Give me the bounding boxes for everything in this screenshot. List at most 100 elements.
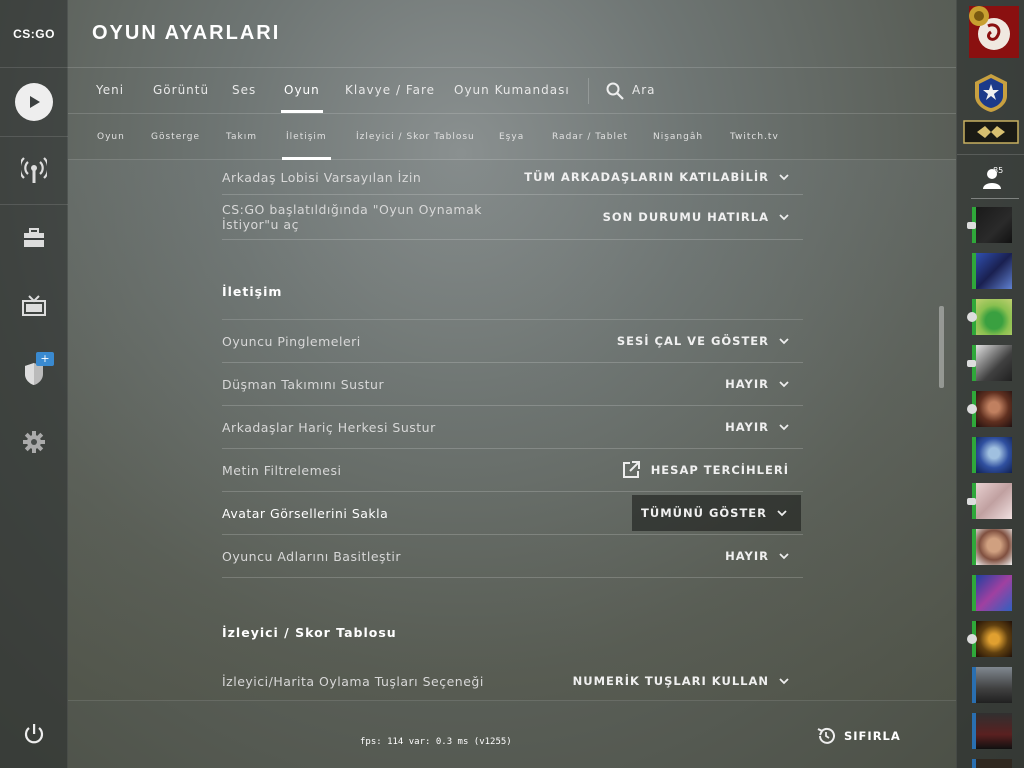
avatar-image — [976, 759, 1012, 768]
dropdown-value: HAYIR — [725, 420, 769, 434]
setting-dropdown[interactable]: NUMERİK TUŞLARI KULLAN — [573, 663, 803, 699]
setting-dropdown[interactable]: SON DURUMU HATIRLA — [603, 199, 803, 235]
setting-label: Oyuncu Adlarını Basitleştir — [222, 548, 402, 564]
tv-button[interactable] — [0, 272, 68, 340]
settings-button[interactable] — [0, 408, 68, 476]
reset-icon — [817, 727, 835, 744]
setting-dropdown[interactable]: HAYIR — [725, 538, 803, 574]
subtab-izleyici-skor[interactable]: İzleyici / Skor Tablosu — [356, 114, 475, 160]
page-title: OYUN AYARLARI — [92, 22, 281, 44]
scrollbar-thumb[interactable] — [939, 306, 944, 388]
setting-label: Arkadaş Lobisi Varsayılan İzin — [222, 169, 422, 185]
account-preferences-link[interactable]: HESAP TERCİHLERİ — [621, 452, 803, 488]
setting-label: Metin Filtrelemesi — [222, 462, 342, 478]
subtab-esya[interactable]: Eşya — [499, 114, 524, 160]
gear-icon — [23, 431, 45, 453]
setting-row: Oyuncu Pinglemeleri SESİ ÇAL VE GÖSTER — [222, 320, 803, 363]
play-status-icon — [967, 312, 977, 322]
dropdown-value: SESİ ÇAL VE GÖSTER — [616, 334, 769, 348]
setting-row: Düşman Takımını Sustur HAYIR — [222, 363, 803, 406]
chevron-down-icon — [779, 214, 789, 221]
friend-avatar[interactable] — [967, 391, 1012, 427]
friend-avatar[interactable] — [967, 299, 1012, 335]
avatar-image — [976, 253, 1012, 289]
setting-dropdown[interactable]: HAYIR — [725, 409, 803, 445]
tab-yeni[interactable]: Yeni — [96, 68, 124, 113]
setting-label: Arkadaşlar Hariç Herkesi Sustur — [222, 419, 436, 435]
status-icon — [967, 360, 976, 367]
chevron-down-icon — [779, 174, 789, 181]
friend-avatar[interactable] — [967, 483, 1012, 519]
tab-goruntu[interactable]: Görüntü — [153, 68, 209, 113]
setting-row: Arkadaşlar Hariç Herkesi Sustur HAYIR — [222, 406, 803, 449]
profile-rank-badge[interactable] — [963, 68, 1019, 116]
chevron-down-icon — [779, 678, 789, 685]
friend-avatar[interactable] — [972, 667, 1012, 703]
setting-dropdown[interactable]: SESİ ÇAL VE GÖSTER — [617, 323, 803, 359]
avatar-image — [976, 621, 1012, 657]
friends-count: 85 — [993, 166, 1004, 175]
setting-label: Avatar Görsellerini Sakla — [222, 505, 389, 521]
tab-oyun-kumandasi[interactable]: Oyun Kumandası — [454, 68, 570, 113]
play-button[interactable] — [0, 68, 68, 136]
profile-avatar-icon — [969, 6, 1019, 58]
profile-avatar[interactable] — [963, 2, 1019, 60]
setting-dropdown[interactable]: HAYIR — [725, 366, 803, 402]
main-tabs: Yeni Görüntü Ses Oyun Klavye / Fare Oyun… — [68, 68, 956, 113]
friend-avatar[interactable] — [967, 207, 1012, 243]
search-button[interactable]: Ara — [606, 68, 656, 113]
friend-avatar[interactable] — [967, 345, 1012, 381]
chevron-down-icon — [779, 553, 789, 560]
friends-underline — [971, 198, 1019, 199]
setting-row: CS:GO başlatıldığında "Oyun Oynamak İsti… — [222, 195, 803, 240]
tab-klavye-fare[interactable]: Klavye / Fare — [345, 68, 435, 113]
tabs-separator — [588, 78, 589, 104]
play-icon — [15, 83, 53, 121]
skill-group-badge[interactable] — [963, 118, 1019, 146]
avatar-image — [976, 529, 1012, 565]
chevron-down-icon — [779, 424, 789, 431]
status-icon — [967, 222, 976, 229]
friend-avatar[interactable] — [972, 759, 1012, 768]
inventory-button[interactable] — [0, 204, 68, 272]
friend-avatar[interactable] — [967, 621, 1012, 657]
tab-ses[interactable]: Ses — [232, 68, 256, 113]
friend-avatar[interactable] — [972, 253, 1012, 289]
power-icon — [24, 724, 44, 744]
subtab-takim[interactable]: Takım — [226, 114, 257, 160]
setting-dropdown[interactable]: TÜM ARKADAŞLARIN KATILABİLİR — [524, 159, 803, 195]
setting-label: Oyuncu Pinglemeleri — [222, 333, 361, 349]
logo-text: CS:GO — [13, 26, 55, 41]
csgo-logo[interactable]: CS:GO — [0, 0, 68, 68]
friend-avatar[interactable] — [972, 713, 1012, 749]
quit-button[interactable] — [0, 700, 68, 768]
friend-avatar[interactable] — [972, 529, 1012, 565]
subtab-iletisim[interactable]: İletişim — [282, 114, 331, 160]
play-status-icon — [967, 404, 977, 414]
subtab-twitch[interactable]: Twitch.tv — [730, 114, 779, 160]
broadcast-icon — [21, 157, 47, 183]
avatar-image — [976, 391, 1012, 427]
dropdown-value: TÜM ARKADAŞLARIN KATILABİLİR — [524, 170, 769, 184]
friend-avatar[interactable] — [972, 437, 1012, 473]
setting-row: Arkadaş Lobisi Varsayılan İzin TÜM ARKAD… — [222, 160, 803, 195]
tab-oyun[interactable]: Oyun — [281, 68, 323, 113]
dropdown-value: TÜMÜNÜ GÖSTER — [641, 506, 767, 520]
subtab-gosterge[interactable]: Gösterge — [151, 114, 200, 160]
sub-tabs: Oyun Gösterge Takım İletişim İzleyici / … — [68, 114, 956, 160]
subtab-oyun[interactable]: Oyun — [97, 114, 125, 160]
subtab-nisangah[interactable]: Nişangâh — [653, 114, 703, 160]
shield-button[interactable] — [0, 340, 68, 408]
avatar-image — [976, 667, 1012, 703]
setting-dropdown[interactable]: TÜMÜNÜ GÖSTER — [632, 495, 801, 531]
avatar-image — [976, 575, 1012, 611]
friend-avatar[interactable] — [972, 575, 1012, 611]
chevron-down-icon — [779, 338, 789, 345]
avatar-image — [976, 299, 1012, 335]
dropdown-value: SON DURUMU HATIRLA — [602, 210, 769, 224]
setting-row: Oyuncu Adlarını Basitleştir HAYIR — [222, 535, 803, 578]
reset-label: SIFIRLA — [844, 729, 901, 743]
subtab-radar-tablet[interactable]: Radar / Tablet — [552, 114, 628, 160]
reset-button[interactable]: SIFIRLA — [816, 724, 901, 748]
watch-button[interactable] — [0, 136, 68, 204]
